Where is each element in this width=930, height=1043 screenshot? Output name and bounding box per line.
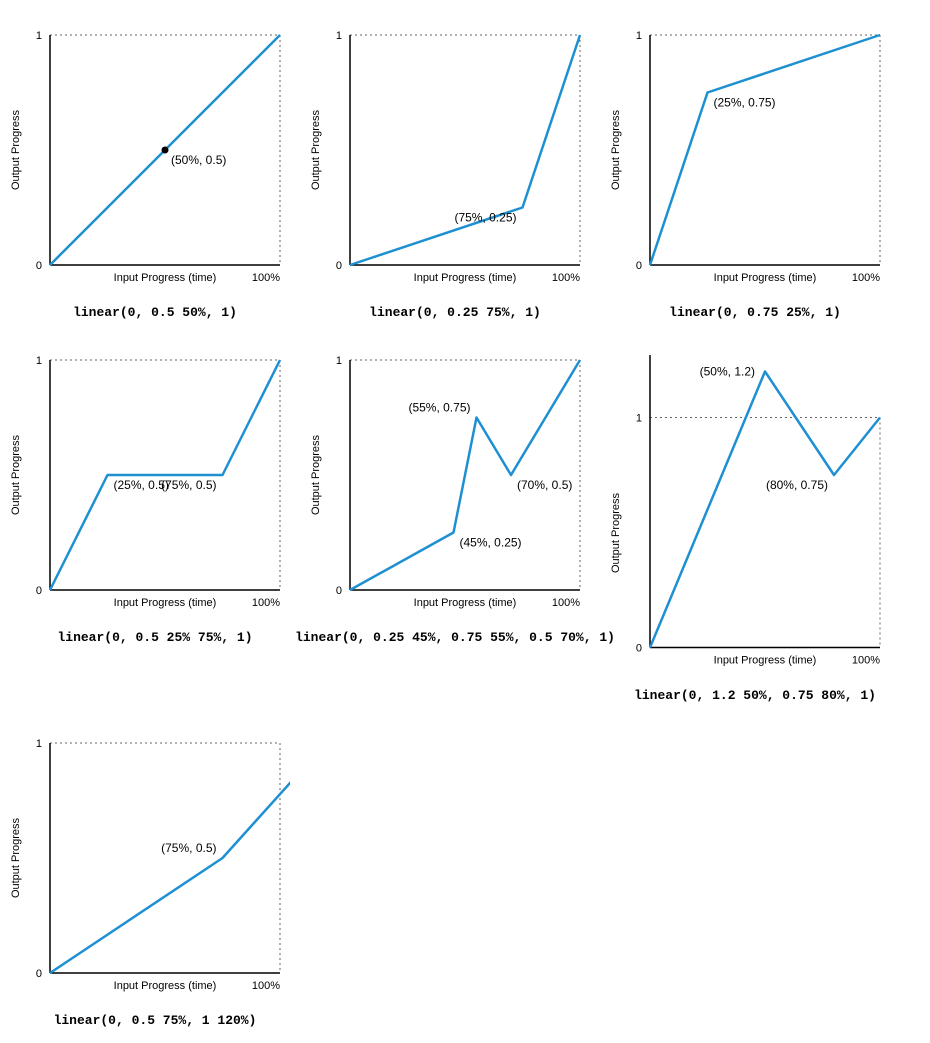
point-label: (70%, 0.5) (517, 478, 572, 492)
point-label: (50%, 1.2) (700, 365, 755, 379)
y-tick-max: 1 (36, 738, 42, 750)
chart-caption: linear(0, 0.5 75%, 1 120%) (54, 1013, 257, 1028)
chart-svg: (75%, 0.5) 1 0 100% Input Progress (time… (20, 723, 290, 1003)
point-label: (75%, 0.25) (454, 211, 516, 225)
origin-label: 0 (336, 260, 342, 272)
chart-svg: (45%, 0.25) (55%, 0.75) (70%, 0.5) 1 0 100… (320, 340, 590, 620)
chart-plot: (50%, 0.5) 1 0 100% Input Progress (time… (20, 15, 290, 295)
x-tick-max: 100% (252, 980, 280, 992)
x-tick-max: 100% (852, 272, 880, 284)
chart-svg: (50%, 1.2) (80%, 0.75) 1 0 100% Input Pro… (620, 340, 890, 678)
data-line (50, 743, 290, 973)
chart-cell: (75%, 0.5) 1 0 100% Input Progress (time… (15, 723, 295, 1028)
y-tick-max: 1 (636, 30, 642, 42)
point-label: (75%, 0.5) (161, 478, 216, 492)
x-axis-label: Input Progress (time) (114, 980, 217, 992)
chart-cell: (45%, 0.25) (55%, 0.75) (70%, 0.5) 1 0 100… (315, 340, 595, 703)
y-tick-max: 1 (636, 413, 642, 425)
chart-plot: (45%, 0.25) (55%, 0.75) (70%, 0.5) 1 0 100… (320, 340, 590, 620)
origin-label: 0 (36, 585, 42, 597)
y-axis-label: Output Progress (10, 817, 22, 897)
chart-svg: (25%, 0.5)(75%, 0.5) 1 0 100% Input Prog… (20, 340, 290, 620)
y-axis-label: Output Progress (10, 110, 22, 190)
x-tick-max: 100% (552, 272, 580, 284)
x-tick-max: 100% (252, 272, 280, 284)
y-tick-max: 1 (336, 30, 342, 42)
y-tick-max: 1 (36, 30, 42, 42)
y-axis-label: Output Progress (10, 435, 22, 515)
chart-cell: (50%, 1.2) (80%, 0.75) 1 0 100% Input Pro… (615, 340, 895, 703)
chart-caption: linear(0, 0.25 45%, 0.75 55%, 0.5 70%, 1… (295, 630, 615, 645)
point-label: (25%, 0.75) (714, 96, 776, 110)
x-axis-label: Input Progress (time) (414, 597, 517, 609)
chart-cell: (25%, 0.5)(75%, 0.5) 1 0 100% Input Prog… (15, 340, 295, 703)
chart-cell: (50%, 0.5) 1 0 100% Input Progress (time… (15, 15, 295, 320)
y-tick-max: 1 (336, 355, 342, 367)
x-axis-label: Input Progress (time) (714, 272, 817, 284)
data-line (350, 360, 580, 590)
point-marker (162, 147, 169, 154)
x-tick-max: 100% (252, 597, 280, 609)
point-label: (55%, 0.75) (408, 401, 470, 415)
chart-caption: linear(0, 0.5 25% 75%, 1) (57, 630, 252, 645)
data-line (650, 372, 880, 648)
origin-label: 0 (636, 260, 642, 272)
origin-label: 0 (636, 643, 642, 655)
chart-caption: linear(0, 1.2 50%, 0.75 80%, 1) (634, 688, 876, 703)
chart-svg: (75%, 0.25) 1 0 100% Input Progress (tim… (320, 15, 590, 295)
chart-caption: linear(0, 0.25 75%, 1) (369, 305, 541, 320)
data-line (50, 360, 280, 590)
point-label: (45%, 0.25) (460, 536, 522, 550)
point-label: (75%, 0.5) (161, 841, 216, 855)
y-axis-label: Output Progress (610, 492, 622, 572)
data-line (350, 35, 580, 265)
chart-plot: (75%, 0.5) 1 0 100% Input Progress (time… (20, 723, 290, 1003)
x-axis-label: Input Progress (time) (414, 272, 517, 284)
y-axis-label: Output Progress (310, 435, 322, 515)
chart-plot: (75%, 0.25) 1 0 100% Input Progress (tim… (320, 15, 590, 295)
y-axis-label: Output Progress (610, 110, 622, 190)
point-label: (80%, 0.75) (766, 478, 828, 492)
point-label: (50%, 0.5) (171, 153, 226, 167)
x-axis-label: Input Progress (time) (714, 655, 817, 667)
x-axis-label: Input Progress (time) (114, 597, 217, 609)
x-tick-max: 100% (552, 597, 580, 609)
chart-cell: (25%, 0.75) 1 0 100% Input Progress (tim… (615, 15, 895, 320)
chart-caption: linear(0, 0.75 25%, 1) (669, 305, 841, 320)
chart-plot: (25%, 0.5)(75%, 0.5) 1 0 100% Input Prog… (20, 340, 290, 620)
x-tick-max: 100% (852, 655, 880, 667)
chart-caption: linear(0, 0.5 50%, 1) (73, 305, 237, 320)
y-axis-label: Output Progress (310, 110, 322, 190)
y-tick-max: 1 (36, 355, 42, 367)
origin-label: 0 (336, 585, 342, 597)
x-axis-label: Input Progress (time) (114, 272, 217, 284)
chart-svg: (50%, 0.5) 1 0 100% Input Progress (time… (20, 15, 290, 295)
chart-cell: (75%, 0.25) 1 0 100% Input Progress (tim… (315, 15, 595, 320)
origin-label: 0 (36, 260, 42, 272)
chart-plot: (50%, 1.2) (80%, 0.75) 1 0 100% Input Pro… (620, 340, 890, 678)
chart-svg: (25%, 0.75) 1 0 100% Input Progress (tim… (620, 15, 890, 295)
origin-label: 0 (36, 968, 42, 980)
data-line (650, 35, 880, 265)
chart-plot: (25%, 0.75) 1 0 100% Input Progress (tim… (620, 15, 890, 295)
